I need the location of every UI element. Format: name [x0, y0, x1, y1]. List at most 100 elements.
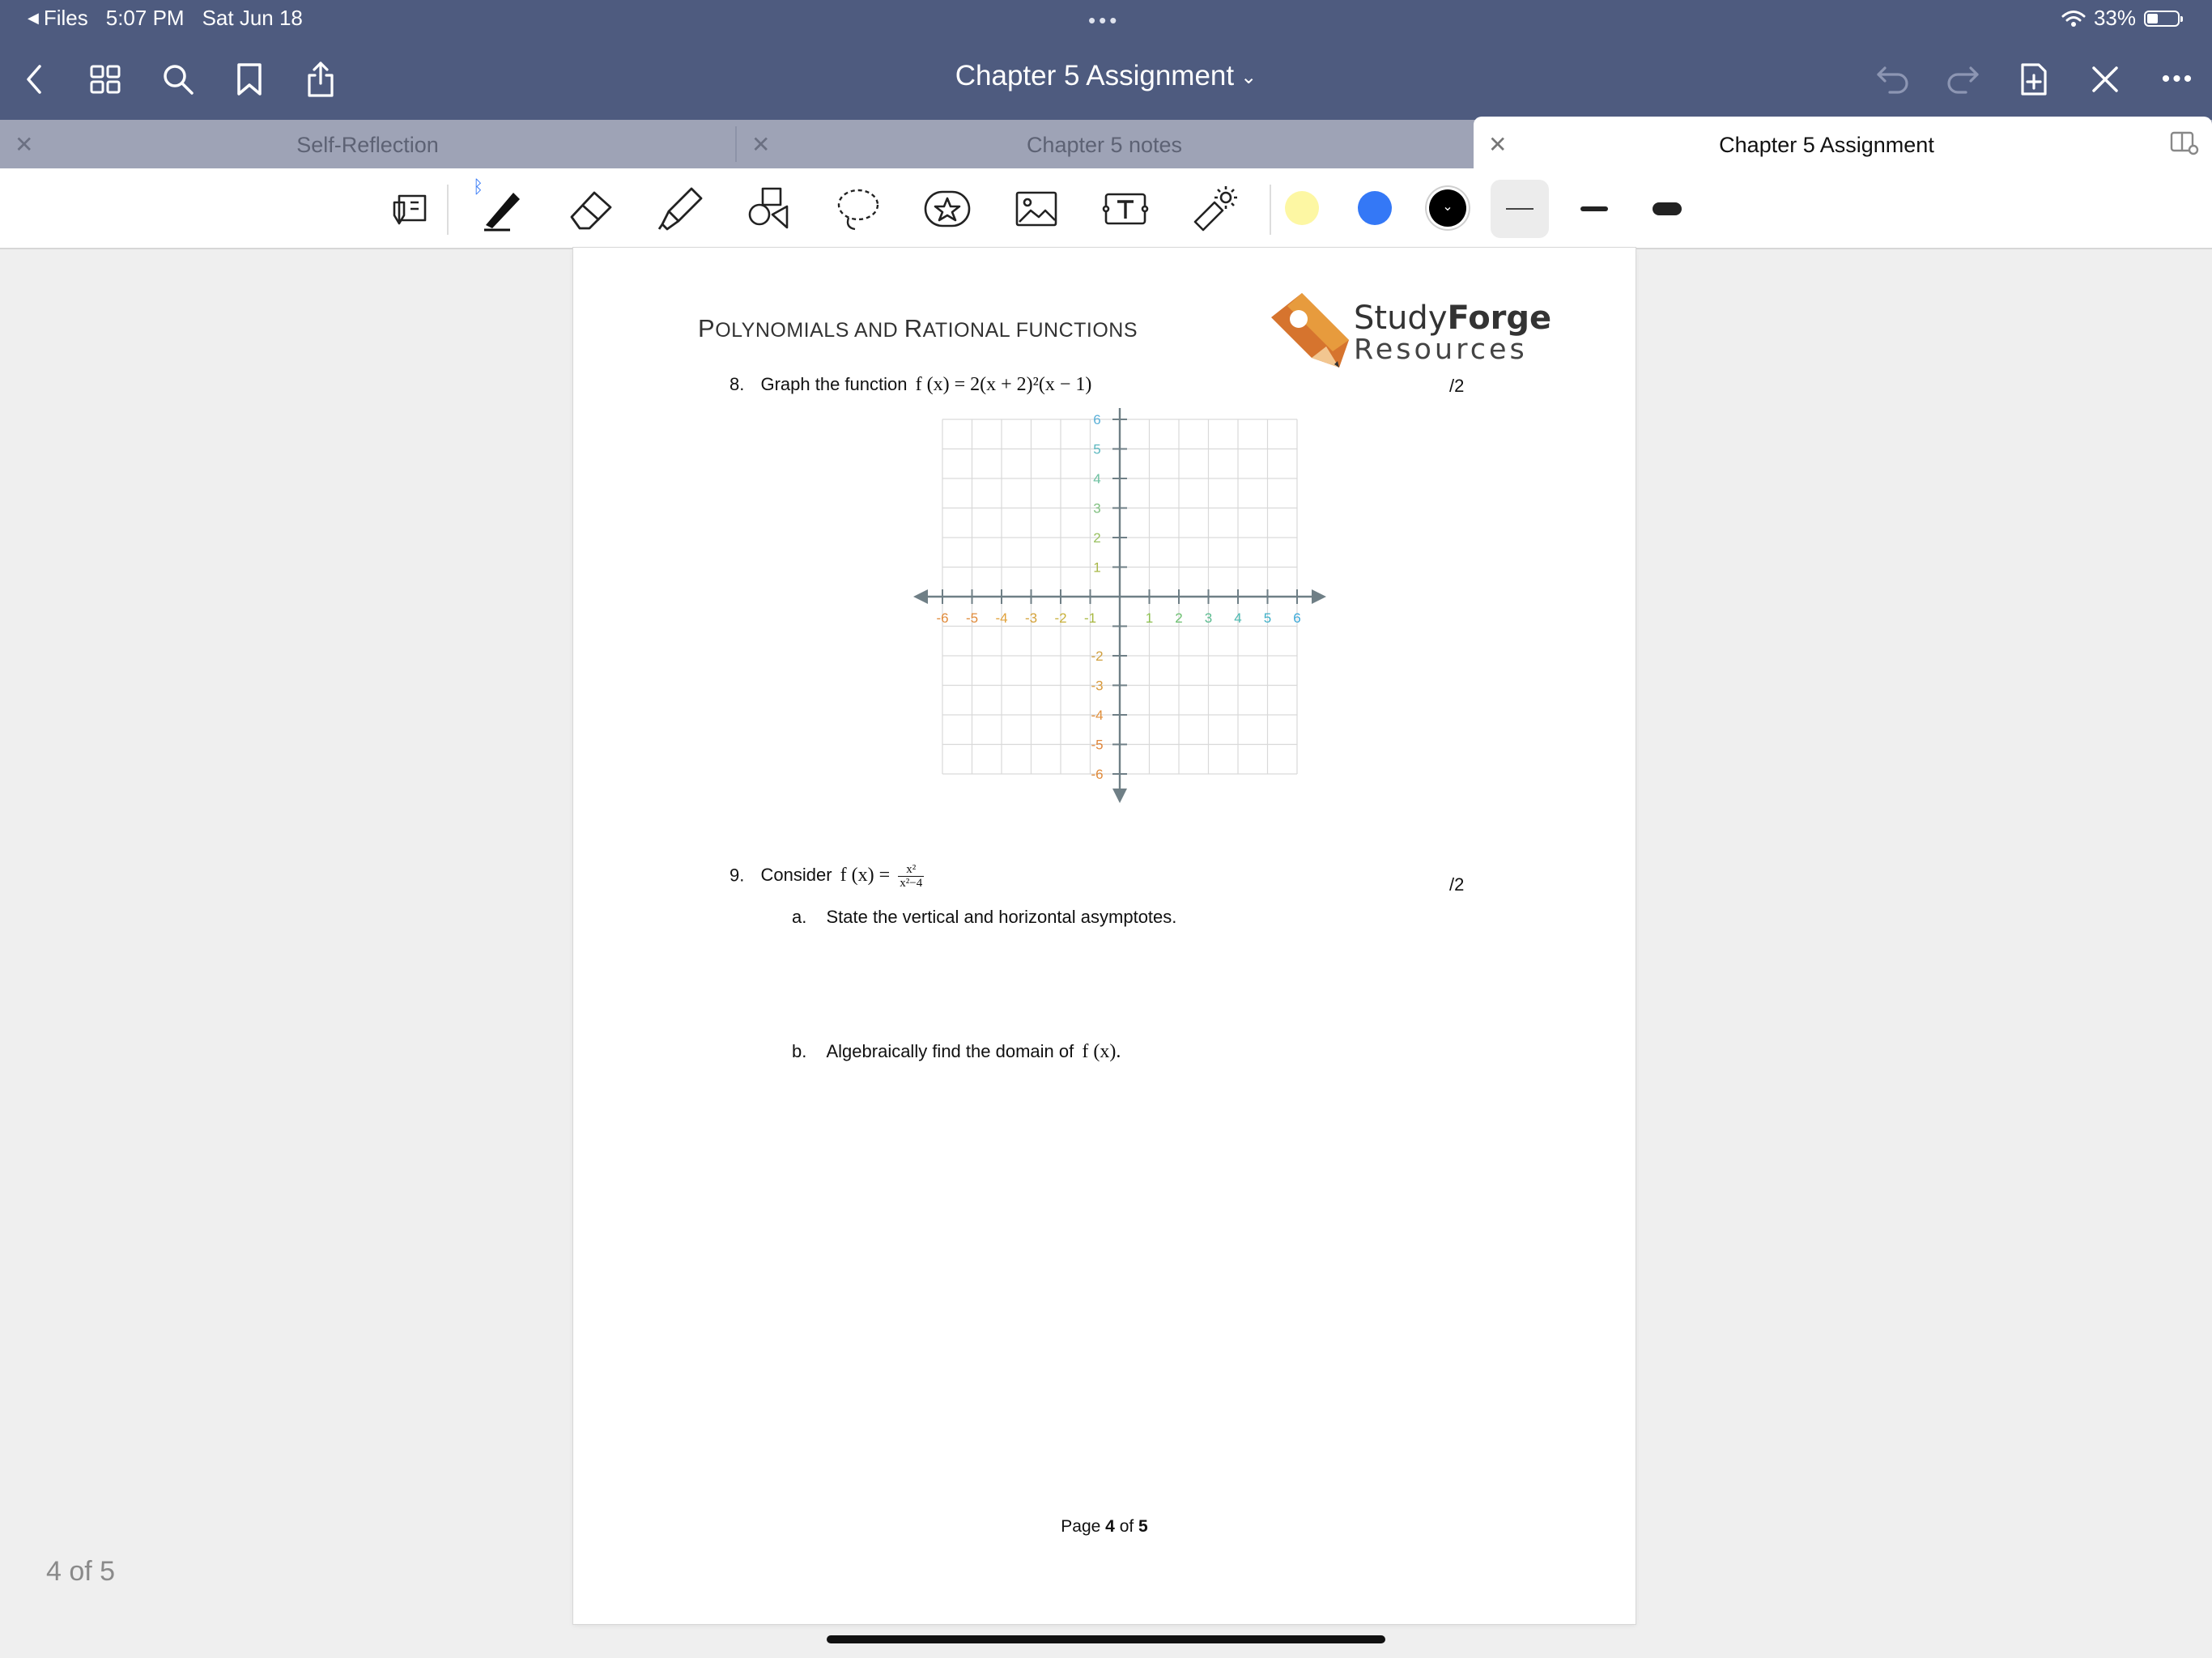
x-axis-label: 3 — [1205, 610, 1212, 626]
battery-percent: 33% — [2093, 6, 2136, 30]
tab-bar: ✕ Self-Reflection ✕ Chapter 5 notes ✕ Ch… — [0, 117, 2212, 168]
page-footer: Page 4 of 5 — [573, 1517, 1636, 1537]
studyforge-logo: StudyForge Resources — [1270, 290, 1551, 379]
sub-question-text: Algebraically find the domain of — [826, 1041, 1074, 1061]
x-axis-label: -2 — [1054, 610, 1066, 626]
eraser-icon[interactable] — [565, 183, 617, 235]
logo-text: StudyForge — [1354, 300, 1551, 337]
toolbar-divider — [1270, 185, 1271, 235]
more-options-icon[interactable]: ••• — [2157, 58, 2199, 100]
x-axis-label: -6 — [936, 610, 948, 626]
color-swatch-yellow[interactable] — [1285, 191, 1319, 225]
text-box-icon[interactable] — [1100, 183, 1151, 235]
y-axis-label: -5 — [1091, 738, 1103, 753]
image-icon[interactable] — [1010, 183, 1062, 235]
wifi-icon — [2061, 10, 2086, 27]
title-initial: R — [904, 314, 923, 342]
fraction-numerator: x² — [898, 863, 925, 877]
x-axis-label: -3 — [1025, 610, 1037, 626]
sub-question-letter: b. — [792, 1041, 807, 1061]
tab-self-reflection[interactable]: ✕ Self-Reflection — [0, 120, 735, 168]
split-view-icon[interactable] — [2170, 130, 2199, 155]
question-score: /2 — [1449, 376, 1465, 396]
toolbar-divider — [447, 185, 449, 235]
status-date: Sat Jun 18 — [202, 6, 303, 30]
y-axis-label: -2 — [1091, 648, 1103, 664]
laser-pointer-icon[interactable] — [1189, 183, 1240, 235]
back-to-app-link[interactable]: ◀ Files — [28, 6, 88, 31]
y-axis-arrow-down — [1112, 789, 1127, 803]
x-axis-label: -4 — [995, 610, 1007, 626]
chevron-down-icon: ⌄ — [1240, 66, 1257, 89]
y-axis-label: -3 — [1091, 678, 1103, 694]
thin-line-icon — [1506, 208, 1534, 210]
shapes-icon[interactable] — [743, 183, 795, 235]
footer-current-page: 4 — [1105, 1517, 1115, 1536]
medium-line-icon — [1580, 206, 1608, 211]
stroke-width-thick[interactable] — [1638, 180, 1696, 238]
tab-chapter-5-notes[interactable]: ✕ Chapter 5 notes — [737, 120, 1472, 168]
x-axis-label: 5 — [1264, 610, 1271, 626]
close-tools-icon[interactable] — [2084, 58, 2126, 100]
x-axis-arrow-right — [1312, 589, 1326, 604]
highlighter-icon[interactable] — [654, 183, 706, 235]
question-9b: b. Algebraically find the domain of f (x… — [792, 1041, 1121, 1063]
stroke-width-thin-selected[interactable] — [1491, 180, 1549, 238]
redo-icon[interactable] — [1942, 58, 1984, 100]
coordinate-grid[interactable]: -6 -5 -4 -3 -2 -1 1 2 3 4 5 6 6 5 4 3 2 1 -2 -3 -4 -5 -6 — [900, 408, 1354, 829]
color-swatch-blue[interactable] — [1358, 191, 1392, 225]
y-axis-label: -6 — [1091, 767, 1103, 782]
fraction-denominator: x²−4 — [900, 877, 923, 890]
x-axis-label: 1 — [1146, 610, 1153, 626]
logo-pencil-icon — [1271, 293, 1349, 368]
nav-bar: Chapter 5 Assignment ⌄ ••• — [0, 37, 2212, 121]
question-number: 9. — [730, 865, 745, 886]
tab-label: Chapter 5 Assignment — [1719, 133, 1934, 157]
fraction: x² x²−4 — [898, 863, 925, 890]
x-axis-label: 4 — [1234, 610, 1241, 626]
sub-question-letter: a. — [792, 907, 807, 927]
multitasking-dots-icon[interactable]: ••• — [1088, 8, 1120, 33]
stroke-width-medium[interactable] — [1565, 180, 1623, 238]
tab-label: Chapter 5 notes — [1026, 133, 1183, 157]
annotation-toolbar: ᛒ ⌄ — [0, 168, 2212, 249]
question-math: f (x) = 2(x + 2)²(x − 1) — [915, 374, 1092, 395]
logo-resources: Resources — [1354, 334, 1528, 366]
scroll-select-icon[interactable] — [385, 183, 436, 235]
question-score: /2 — [1449, 874, 1465, 895]
footer-total-pages: 5 — [1138, 1517, 1148, 1536]
y-axis-label: 3 — [1093, 501, 1100, 517]
undo-icon[interactable] — [1872, 58, 1914, 100]
title-rest: ATIONAL FUNCTIONS — [922, 319, 1138, 342]
x-axis-arrow-left — [913, 589, 928, 604]
x-axis-label: -5 — [966, 610, 978, 626]
question-text: Consider — [760, 865, 832, 886]
back-triangle-icon: ◀ — [28, 10, 39, 26]
sub-question-text: State the vertical and horizontal asympt… — [826, 907, 1177, 927]
home-indicator[interactable] — [827, 1635, 1385, 1643]
footer-of-word: of — [1119, 1517, 1134, 1536]
add-page-icon[interactable] — [2013, 58, 2055, 100]
tab-chapter-5-assignment[interactable]: ✕ Chapter 5 Assignment — [1474, 117, 2212, 168]
lasso-icon[interactable] — [832, 183, 884, 235]
y-axis-label: 2 — [1093, 530, 1100, 546]
chevron-down-icon: ⌄ — [1442, 200, 1453, 214]
question-8: 8. Graph the function f (x) = 2(x + 2)²(… — [730, 374, 1091, 396]
document-page[interactable]: POLYNOMIALS AND RATIONAL FUNCTIONS Study… — [573, 248, 1636, 1624]
y-axis-label: 6 — [1093, 412, 1100, 427]
y-axis-label: -4 — [1091, 708, 1103, 723]
question-9a: a. State the vertical and horizontal asy… — [792, 907, 1176, 928]
section-title: POLYNOMIALS AND RATIONAL FUNCTIONS — [698, 314, 1138, 343]
pen-icon[interactable]: ᛒ — [473, 176, 528, 235]
bluetooth-icon: ᛒ — [473, 176, 484, 197]
y-axis-label: 5 — [1093, 442, 1100, 457]
footer-page-word: Page — [1061, 1517, 1101, 1536]
color-swatch-black-selected[interactable]: ⌄ — [1429, 189, 1466, 227]
sticker-icon[interactable] — [921, 183, 973, 235]
thick-line-icon — [1653, 202, 1682, 215]
question-math: f (x) = — [840, 865, 891, 886]
y-axis-label: 1 — [1093, 560, 1100, 576]
sub-question-math: f (x). — [1082, 1041, 1121, 1062]
y-axis-label: 4 — [1093, 471, 1100, 487]
tab-label: Self-Reflection — [296, 133, 439, 157]
